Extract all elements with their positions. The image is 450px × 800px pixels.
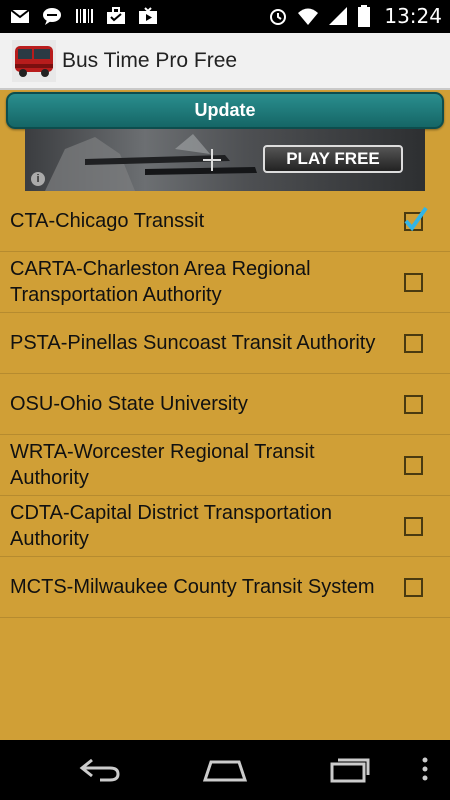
- app-bar: Bus Time Pro Free: [0, 33, 450, 90]
- navigation-bar: [0, 740, 450, 800]
- agency-checkbox[interactable]: [404, 517, 423, 536]
- bus-logo-icon[interactable]: [12, 40, 56, 82]
- agency-row[interactable]: OSU-Ohio State University: [0, 374, 450, 435]
- signal-icon: [329, 7, 348, 25]
- agency-row[interactable]: CTA-Chicago Transsit: [0, 191, 450, 252]
- ad-play-free-button[interactable]: PLAY FREE: [263, 145, 403, 173]
- agency-checkbox[interactable]: [404, 456, 423, 475]
- battery-icon: [358, 5, 371, 27]
- agency-checkbox[interactable]: [404, 206, 428, 232]
- home-icon[interactable]: [201, 754, 249, 784]
- agency-label: OSU-Ohio State University: [10, 393, 248, 415]
- app-title: Bus Time Pro Free: [62, 49, 238, 72]
- agency-row[interactable]: MCTS-Milwaukee County Transit System: [0, 557, 450, 618]
- status-bar: 13:24: [0, 0, 450, 33]
- agency-row[interactable]: WRTA-Worcester Regional Transit Authorit…: [0, 435, 450, 496]
- status-time: 13:24: [384, 4, 442, 28]
- agency-checkbox[interactable]: [404, 395, 423, 414]
- ad-banner[interactable]: PLAY FREE i: [25, 129, 425, 191]
- agency-checkbox[interactable]: [404, 578, 423, 597]
- gmail-icon: [10, 9, 30, 23]
- recents-icon[interactable]: [328, 754, 372, 784]
- agency-checkbox[interactable]: [404, 334, 423, 353]
- agency-label: MCTS-Milwaukee County Transit System: [10, 576, 375, 598]
- alarm-icon: [270, 9, 287, 25]
- agency-checkbox[interactable]: [404, 273, 423, 292]
- agency-label: CARTA-Charleston Area Regional Transport…: [10, 258, 311, 306]
- agency-row[interactable]: CDTA-Capital District Transportation Aut…: [0, 496, 450, 557]
- briefcase-icon: [107, 7, 125, 24]
- agency-row[interactable]: CARTA-Charleston Area Regional Transport…: [0, 252, 450, 313]
- agency-label: PSTA-Pinellas Suncoast Transit Authority: [10, 332, 376, 354]
- ad-info-icon[interactable]: i: [31, 172, 45, 186]
- agency-label: CTA-Chicago Transsit: [10, 210, 205, 232]
- agency-label: CDTA-Capital District Transportation Aut…: [10, 502, 332, 550]
- back-icon[interactable]: [78, 754, 122, 784]
- menu-icon[interactable]: [419, 754, 431, 784]
- content-area: Update PLAY FREE i CTA-Chicago Transsit C…: [0, 90, 450, 740]
- agency-list: CTA-Chicago Transsit CARTA-Charleston Are…: [0, 191, 450, 618]
- play-store-icon: [139, 7, 157, 24]
- wifi-icon: [298, 8, 319, 25]
- barcode-icon: [76, 9, 93, 23]
- checkmark-icon: [404, 206, 428, 232]
- agency-label: WRTA-Worcester Regional Transit Authorit…: [10, 441, 315, 489]
- agency-row[interactable]: PSTA-Pinellas Suncoast Transit Authority: [0, 313, 450, 374]
- update-button[interactable]: Update: [6, 92, 444, 129]
- chat-icon: [43, 8, 61, 25]
